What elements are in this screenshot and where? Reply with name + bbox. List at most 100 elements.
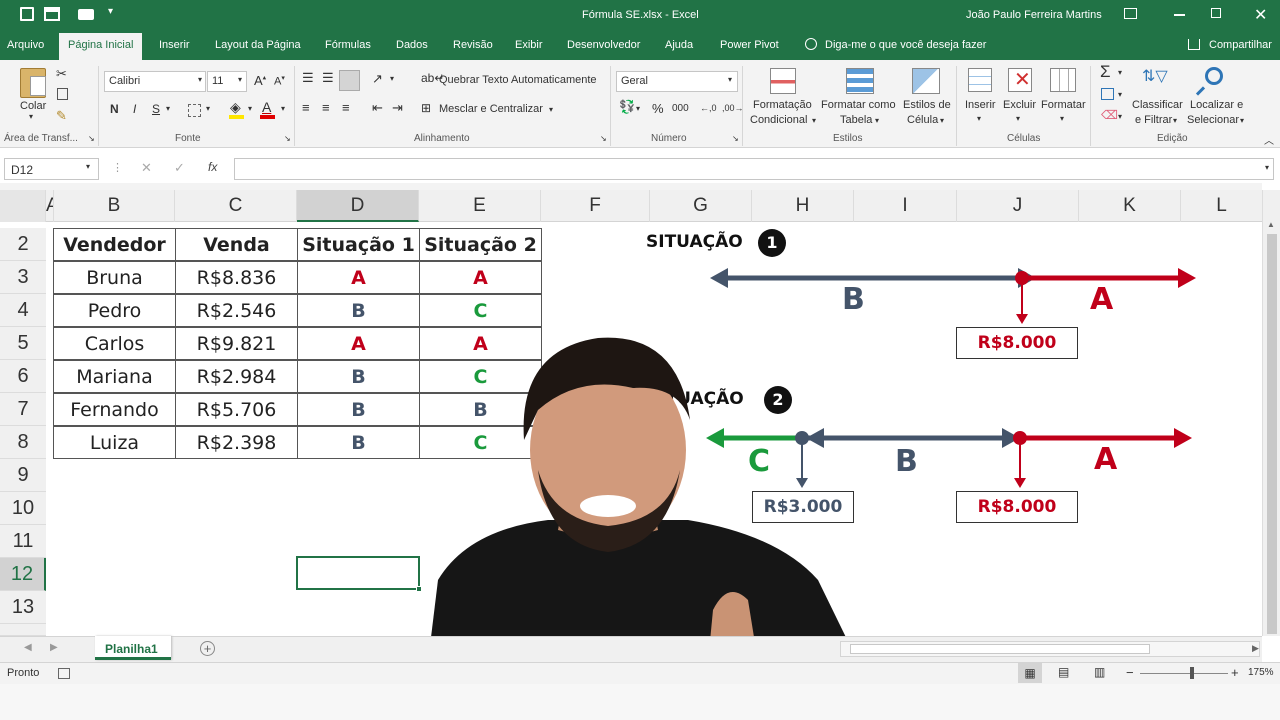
table-cell-sale[interactable]: R$9.821 (175, 327, 298, 360)
expand-formula-icon[interactable]: ▾ (1265, 163, 1269, 172)
col-header[interactable]: H (752, 190, 854, 222)
bold-button[interactable]: N (110, 102, 119, 116)
clear-dropdown-icon[interactable]: ▾ (1118, 112, 1122, 121)
col-header[interactable]: L (1181, 190, 1262, 222)
table-header[interactable]: Vendedor (53, 228, 176, 261)
conditional-format-icon[interactable] (770, 68, 796, 94)
autosum-dropdown-icon[interactable]: ▾ (1118, 68, 1122, 77)
row-header[interactable]: 9 (0, 459, 46, 492)
tab-ajuda[interactable]: Ajuda (665, 39, 693, 51)
sort-filter-line1[interactable]: Classificar (1132, 99, 1183, 111)
col-header[interactable]: B (54, 190, 175, 222)
insert-cells-button[interactable]: Inserir (965, 99, 996, 111)
insert-dropdown-icon[interactable]: ▾ (977, 114, 981, 123)
find-select-icon[interactable] (1205, 67, 1223, 85)
number-launcher-icon[interactable]: ↘ (732, 134, 739, 143)
col-header[interactable]: J (957, 190, 1079, 222)
percent-button[interactable]: % (652, 101, 664, 116)
paste-dropdown-icon[interactable]: ▾ (29, 112, 33, 121)
decrease-font-icon[interactable]: A▾ (274, 74, 285, 88)
tell-me-box[interactable]: Diga-me o que você deseja fazer (825, 39, 986, 51)
italic-button[interactable]: I (133, 102, 136, 116)
underline-dropdown-icon[interactable]: ▾ (166, 104, 170, 113)
align-left-icon[interactable]: ≡ (302, 100, 310, 115)
tab-dados[interactable]: Dados (396, 39, 428, 51)
tab-exibir[interactable]: Exibir (515, 39, 543, 51)
name-box[interactable]: D12 (4, 158, 99, 180)
font-name-select[interactable]: Calibri (104, 71, 206, 92)
align-bottom-icon[interactable] (339, 70, 360, 91)
merge-center-icon[interactable]: ⊞ (421, 101, 431, 115)
cell-styles-icon[interactable] (912, 68, 940, 94)
table-cell-sit1[interactable]: A (297, 261, 420, 294)
sort-dropdown-icon[interactable]: ▾ (1173, 116, 1177, 125)
cell-styles-line1[interactable]: Estilos de (903, 99, 951, 111)
normal-view-icon[interactable]: ▦ (1018, 663, 1042, 683)
underline-button[interactable]: S (152, 102, 160, 116)
table-cell-sale[interactable]: R$2.398 (175, 426, 298, 459)
col-header[interactable]: C (175, 190, 297, 222)
row-header[interactable]: 12 (0, 558, 46, 591)
row-header[interactable]: 3 (0, 261, 46, 294)
borders-icon[interactable] (188, 104, 201, 117)
next-sheet-icon[interactable]: ▶ (50, 642, 58, 653)
format-painter-icon[interactable]: ✎ (56, 108, 67, 124)
col-header[interactable]: D (297, 190, 419, 222)
formula-input[interactable] (234, 158, 1274, 180)
page-layout-view-icon[interactable]: ▤ (1058, 665, 1069, 679)
autosum-icon[interactable]: Σ (1100, 62, 1111, 82)
table-header[interactable]: Situação 2 (419, 228, 542, 261)
fill-color-icon[interactable]: ◈ (230, 99, 241, 116)
cancel-entry-icon[interactable]: ✕ (141, 160, 152, 176)
find-select-line1[interactable]: Localizar e (1190, 99, 1243, 111)
macro-record-icon[interactable] (58, 668, 70, 679)
format-table-line1[interactable]: Formatar como (821, 99, 896, 111)
font-name-dropdown-icon[interactable]: ▾ (198, 75, 202, 84)
clipboard-launcher-icon[interactable]: ↘ (88, 134, 95, 143)
insert-function-button[interactable]: fx (208, 160, 217, 174)
increase-decimal-icon[interactable]: ←,0 (700, 103, 717, 113)
orientation-dropdown-icon[interactable]: ▾ (390, 74, 394, 83)
merge-dropdown-icon[interactable]: ▾ (549, 105, 553, 114)
accounting-dropdown-icon[interactable]: ▾ (636, 104, 640, 113)
table-cell-vendor[interactable]: Luiza (53, 426, 176, 459)
camera-icon[interactable] (78, 9, 94, 20)
sheet-tab-label[interactable]: Planilha1 (105, 642, 158, 656)
share-icon[interactable] (1188, 39, 1200, 50)
delete-cells-button[interactable]: Excluir (1003, 99, 1036, 111)
ribbon-display-icon[interactable] (1124, 8, 1137, 19)
tab-arquivo[interactable]: Arquivo (7, 39, 44, 51)
zoom-in-icon[interactable]: + (1231, 665, 1239, 680)
vertical-scroll-thumb[interactable] (1267, 234, 1277, 634)
tab-inserir[interactable]: Inserir (159, 39, 190, 51)
fill-handle[interactable] (416, 586, 422, 592)
paste-button[interactable]: Colar (20, 100, 46, 112)
table-cell-sit1[interactable]: B (297, 426, 420, 459)
page-break-view-icon[interactable]: ▥ (1094, 665, 1105, 679)
find-select-line2[interactable]: Selecionar (1187, 114, 1239, 126)
active-cell[interactable] (296, 556, 420, 590)
confirm-entry-icon[interactable]: ✓ (174, 160, 185, 176)
align-middle-icon[interactable]: ☰ (322, 70, 334, 86)
col-header[interactable]: A (46, 190, 54, 222)
align-right-icon[interactable]: ≡ (342, 100, 350, 115)
sort-filter-icon[interactable]: ⇅▽ (1142, 66, 1168, 86)
table-header[interactable]: Situação 1 (297, 228, 420, 261)
table-cell-vendor[interactable]: Carlos (53, 327, 176, 360)
row-header[interactable]: 11 (0, 525, 46, 558)
table-cell-vendor[interactable]: Bruna (53, 261, 176, 294)
row-header[interactable]: 5 (0, 327, 46, 360)
touch-mode-icon[interactable] (44, 7, 60, 21)
name-box-dropdown-icon[interactable]: ▾ (86, 162, 90, 171)
font-color-dropdown-icon[interactable]: ▾ (281, 104, 285, 113)
table-header[interactable]: Venda (175, 228, 298, 261)
font-launcher-icon[interactable]: ↘ (284, 134, 291, 143)
scroll-right-icon[interactable]: ▶ (1252, 643, 1259, 654)
cell-styles-line2[interactable]: Célula (907, 114, 938, 126)
alignment-launcher-icon[interactable]: ↘ (600, 134, 607, 143)
table-cell-vendor[interactable]: Mariana (53, 360, 176, 393)
decrease-indent-icon[interactable]: ⇤ (372, 100, 383, 116)
row-header[interactable]: 13 (0, 591, 46, 624)
font-color-icon[interactable]: A (262, 99, 271, 115)
select-all-corner[interactable] (0, 190, 46, 222)
